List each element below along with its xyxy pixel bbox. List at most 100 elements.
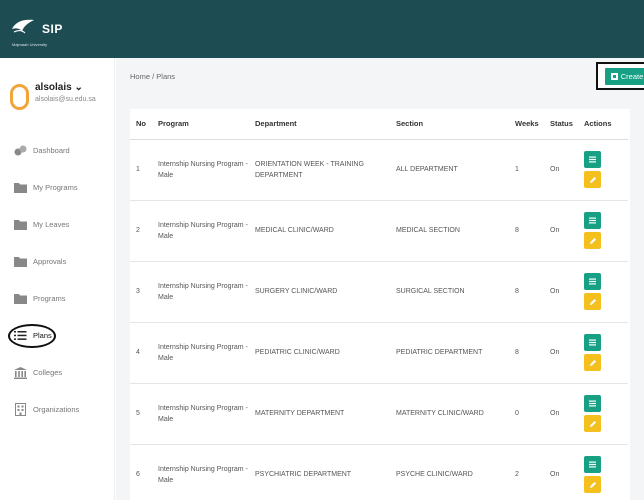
cell-program: Internship Nursing Program - Male <box>152 444 249 500</box>
user-profile[interactable]: alsolais ⌄ alsolais@su.edu.sa <box>10 82 96 110</box>
table-row: 4 Internship Nursing Program - Male PEDI… <box>130 322 628 384</box>
sidebar-item-my-programs[interactable]: My Programs <box>14 169 79 206</box>
view-button[interactable] <box>584 273 601 290</box>
breadcrumb: Home / Plans <box>130 72 175 81</box>
cell-program: Internship Nursing Program - Male <box>152 383 249 445</box>
cell-department: ORIENTATION WEEK - TRAINING DEPARTMENT <box>249 139 390 201</box>
cell-department: MEDICAL CLINIC/WARD <box>249 200 390 262</box>
user-name: alsolais ⌄ <box>35 82 83 93</box>
sidebar-item-label: Dashboard <box>33 146 70 155</box>
sidebar-item-dashboard[interactable]: Dashboard <box>14 132 79 169</box>
plus-icon <box>610 72 618 80</box>
sidebar-item-colleges[interactable]: Colleges <box>14 354 79 391</box>
cell-status: On <box>544 383 578 445</box>
sidebar-item-my-leaves[interactable]: My Leaves <box>14 206 79 243</box>
edit-button[interactable] <box>584 354 601 371</box>
cell-actions <box>578 383 628 445</box>
cell-weeks: 8 <box>509 261 544 323</box>
cell-program: Internship Nursing Program - Male <box>152 322 249 384</box>
breadcrumb-separator: / <box>152 72 155 81</box>
plans-table: No Program Department Section Weeks Stat… <box>130 109 628 500</box>
view-button[interactable] <box>584 456 601 473</box>
sidebar-item-plans[interactable]: Plans <box>8 317 79 354</box>
list-icon <box>589 278 596 285</box>
sidebar: alsolais ⌄ alsolais@su.edu.sa Dashboard … <box>0 58 115 500</box>
cell-no: 6 <box>130 444 152 500</box>
view-button[interactable] <box>584 212 601 229</box>
sidebar-item-label: Colleges <box>33 368 63 377</box>
column-header-section: Section <box>390 109 509 140</box>
main-content: Home / Plans Create No Program Departmen… <box>116 58 644 500</box>
cell-section: PEDIATRIC DEPARTMENT <box>390 322 509 384</box>
cell-no: 2 <box>130 200 152 262</box>
cell-program: Internship Nursing Program - Male <box>152 139 249 201</box>
view-button[interactable] <box>584 395 601 412</box>
folder-icon <box>14 219 27 231</box>
column-header-department: Department <box>249 109 390 140</box>
cell-section: MEDICAL SECTION <box>390 200 509 262</box>
user-email: alsolais@su.edu.sa <box>35 96 96 103</box>
app-logo[interactable]: SIP <box>10 17 63 41</box>
cell-section: MATERNITY CLINIC/WARD <box>390 383 509 445</box>
sidebar-item-label: Organizations <box>33 405 80 414</box>
cell-actions <box>578 444 628 500</box>
column-header-program: Program <box>152 109 249 140</box>
logo-text: SIP <box>42 22 63 36</box>
cell-weeks: 2 <box>509 444 544 500</box>
plans-table-card: No Program Department Section Weeks Stat… <box>130 109 630 500</box>
edit-button[interactable] <box>584 171 601 188</box>
cell-program: Internship Nursing Program - Male <box>152 261 249 323</box>
cell-status: On <box>544 200 578 262</box>
view-button[interactable] <box>584 151 601 168</box>
table-row: 6 Internship Nursing Program - Male PSYC… <box>130 444 628 500</box>
sidebar-item-approvals[interactable]: Approvals <box>14 243 79 280</box>
sidebar-item-organizations[interactable]: Organizations <box>14 391 79 428</box>
cell-department: SURGERY CLINIC/WARD <box>249 261 390 323</box>
building-icon <box>14 366 27 379</box>
cell-status: On <box>544 444 578 500</box>
table-row: 1 Internship Nursing Program - Male ORIE… <box>130 139 628 201</box>
breadcrumb-home-link[interactable]: Home <box>130 72 150 81</box>
column-header-no: No <box>130 109 152 140</box>
cell-department: MATERNITY DEPARTMENT <box>249 383 390 445</box>
logo-subtitle: Majmaah University <box>12 42 48 47</box>
view-button[interactable] <box>584 334 601 351</box>
cell-program: Internship Nursing Program - Male <box>152 200 249 262</box>
cell-section: PSYCHE CLINIC/WARD <box>390 444 509 500</box>
cell-no: 1 <box>130 139 152 201</box>
breadcrumb-current: Plans <box>156 72 176 81</box>
organization-icon <box>14 403 27 416</box>
edit-button[interactable] <box>584 232 601 249</box>
bird-logo-icon <box>12 19 34 34</box>
table-row: 2 Internship Nursing Program - Male MEDI… <box>130 200 628 262</box>
top-bar: SIP Majmaah University <box>0 0 644 58</box>
table-row: 5 Internship Nursing Program - Male MATE… <box>130 383 628 445</box>
cell-department: PSYCHIATRIC DEPARTMENT <box>249 444 390 500</box>
sidebar-item-label: Approvals <box>33 257 67 266</box>
column-header-status: Status <box>544 109 578 140</box>
sidebar-item-label: My Programs <box>33 183 78 192</box>
cell-weeks: 0 <box>509 383 544 445</box>
column-header-weeks: Weeks <box>509 109 544 140</box>
pencil-icon <box>589 359 596 366</box>
list-icon <box>589 461 596 468</box>
cell-actions <box>578 322 628 384</box>
cell-weeks: 8 <box>509 200 544 262</box>
edit-button[interactable] <box>584 476 601 493</box>
column-header-actions: Actions <box>578 109 628 140</box>
cell-department: PEDIATRIC CLINIC/WARD <box>249 322 390 384</box>
list-icon <box>589 156 596 163</box>
cell-actions <box>578 261 628 323</box>
folder-icon <box>14 293 27 305</box>
cell-no: 4 <box>130 322 152 384</box>
sidebar-item-programs[interactable]: Programs <box>14 280 79 317</box>
table-row: 3 Internship Nursing Program - Male SURG… <box>130 261 628 323</box>
create-button[interactable]: Create <box>604 67 644 85</box>
pencil-icon <box>589 237 596 244</box>
edit-button[interactable] <box>584 293 601 310</box>
edit-button[interactable] <box>584 415 601 432</box>
chevron-down-icon[interactable]: ⌄ <box>74 82 82 93</box>
pencil-icon <box>589 481 596 488</box>
cell-status: On <box>544 139 578 201</box>
dashboard-icon <box>14 145 27 157</box>
